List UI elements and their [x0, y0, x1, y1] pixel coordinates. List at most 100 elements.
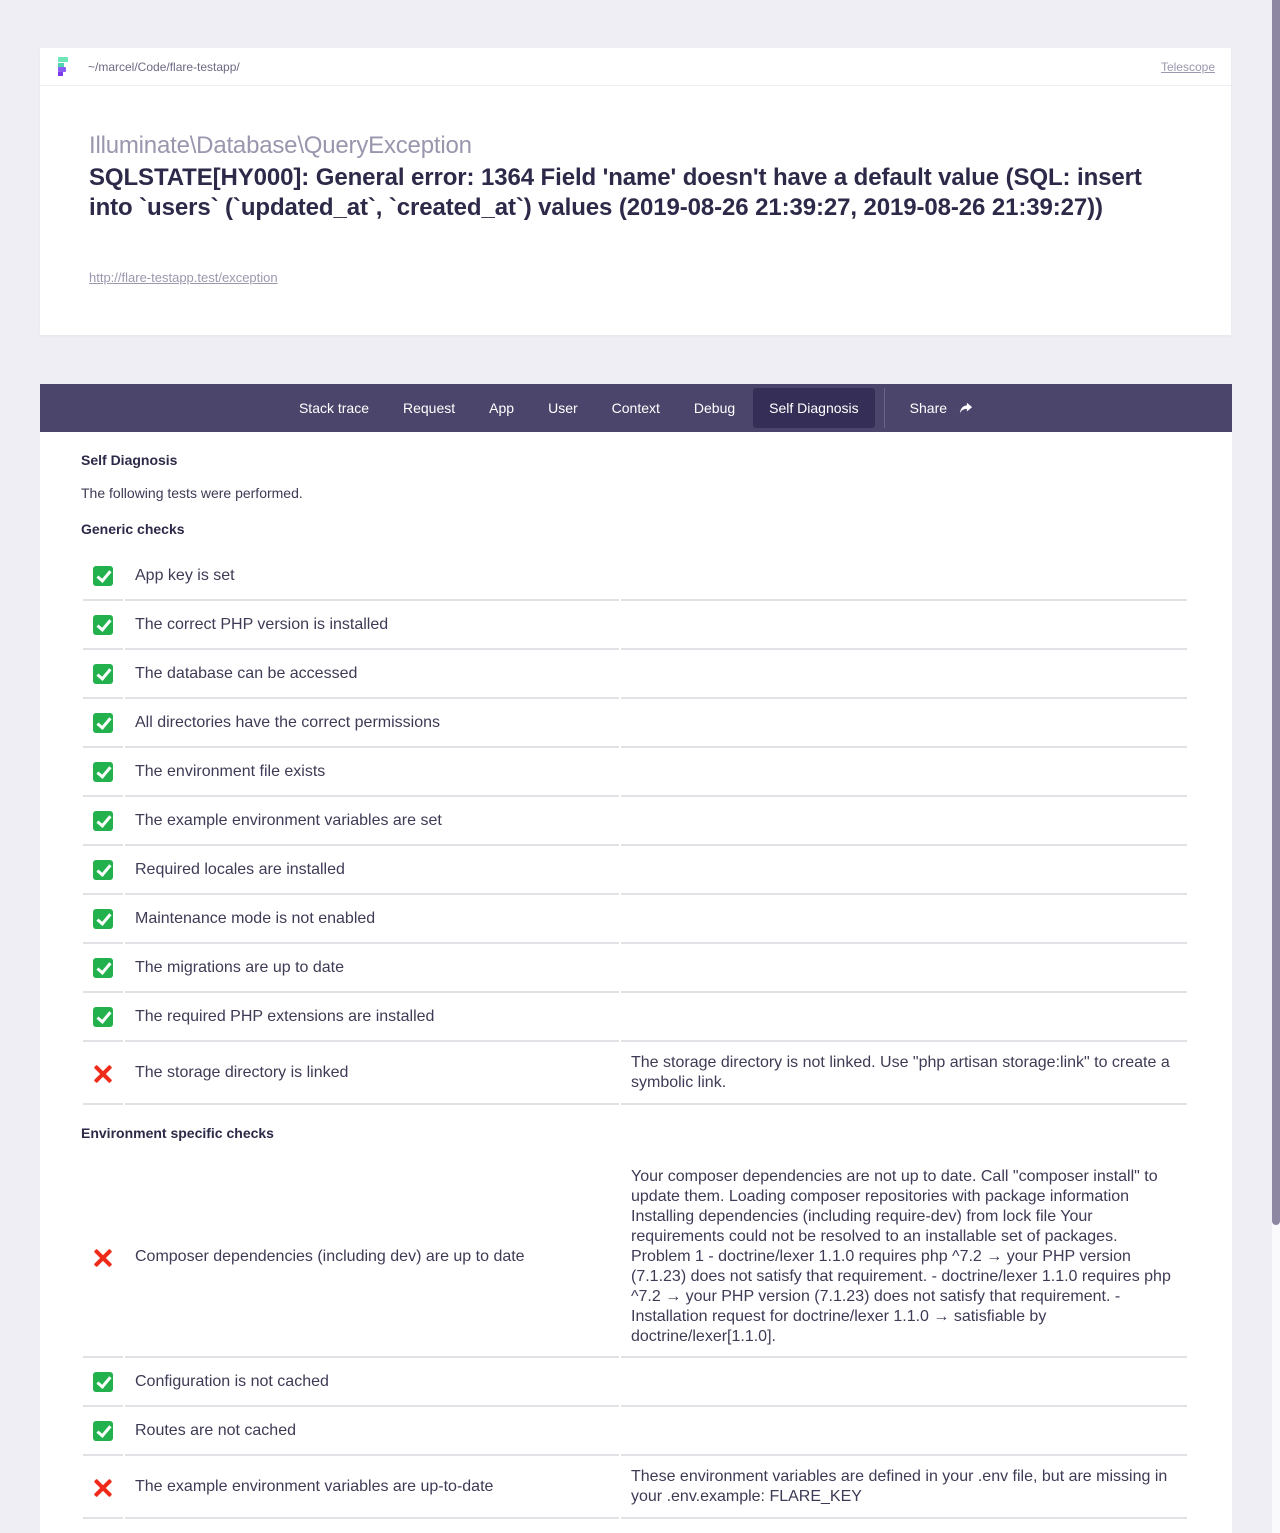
check-status-cell — [83, 601, 123, 650]
check-message — [621, 895, 1187, 944]
tab-request[interactable]: Request — [387, 388, 471, 428]
check-name: All directories have the correct permiss… — [125, 699, 619, 748]
nav-divider — [883, 388, 885, 428]
check-status-cell — [83, 1042, 123, 1105]
check-status-cell — [83, 699, 123, 748]
check-status-cell — [83, 1358, 123, 1407]
exception-class: Illuminate\Database\QueryException — [89, 132, 472, 159]
cross-mark-icon — [93, 1477, 113, 1497]
self-diagnosis-panel: Self Diagnosis The following tests were … — [40, 432, 1232, 1533]
check-message — [621, 797, 1187, 846]
check-row: Maintenance mode is not enabled — [83, 895, 1187, 944]
cross-mark-icon — [93, 1247, 113, 1267]
check-mark-icon — [93, 761, 113, 782]
check-message — [621, 748, 1187, 797]
telescope-link[interactable]: Telescope — [1161, 60, 1215, 74]
check-mark-icon — [93, 810, 113, 831]
check-status-cell — [83, 797, 123, 846]
check-row: Routes are not cached — [83, 1407, 1187, 1456]
tab-app[interactable]: App — [473, 388, 530, 428]
share-button[interactable]: Share — [894, 388, 989, 428]
check-mark-icon — [93, 1371, 113, 1392]
check-name: The environment file exists — [125, 748, 619, 797]
check-status-cell — [83, 748, 123, 797]
check-mark-icon — [93, 1006, 113, 1027]
environment-checks-title: Environment specific checks — [81, 1125, 274, 1141]
top-bar: ~/marcel/Code/flare-testapp/ Telescope — [40, 48, 1231, 86]
check-name: Configuration is not cached — [125, 1358, 619, 1407]
check-mark-icon — [93, 565, 113, 586]
check-mark-icon — [93, 614, 113, 635]
share-icon — [959, 402, 973, 414]
check-message — [621, 846, 1187, 895]
check-message — [621, 650, 1187, 699]
check-mark-icon — [93, 663, 113, 684]
tab-debug[interactable]: Debug — [678, 388, 751, 428]
check-status-cell — [83, 895, 123, 944]
check-status-cell — [83, 1407, 123, 1456]
check-name: The migrations are up to date — [125, 944, 619, 993]
environment-checks-table: Composer dependencies (including dev) ar… — [81, 1157, 1189, 1519]
check-row: Configuration is not cached — [83, 1358, 1187, 1407]
tab-user[interactable]: User — [532, 388, 594, 428]
check-message — [621, 944, 1187, 993]
check-message: These environment variables are defined … — [621, 1456, 1187, 1519]
check-message: Your composer dependencies are not up to… — [621, 1157, 1187, 1358]
tab-stack-trace[interactable]: Stack trace — [283, 388, 385, 428]
check-name: The example environment variables are se… — [125, 797, 619, 846]
share-label: Share — [909, 400, 948, 416]
check-name: The example environment variables are up… — [125, 1456, 619, 1519]
check-status-cell — [83, 944, 123, 993]
intro-text: The following tests were performed. — [81, 485, 303, 501]
check-row: All directories have the correct permiss… — [83, 699, 1187, 748]
check-name: Routes are not cached — [125, 1407, 619, 1456]
check-name: The database can be accessed — [125, 650, 619, 699]
check-status-cell — [83, 650, 123, 699]
check-name: The correct PHP version is installed — [125, 601, 619, 650]
check-name: Composer dependencies (including dev) ar… — [125, 1157, 619, 1358]
check-name: Required locales are installed — [125, 846, 619, 895]
check-status-cell — [83, 1157, 123, 1358]
check-name: App key is set — [125, 552, 619, 601]
check-row: Composer dependencies (including dev) ar… — [83, 1157, 1187, 1358]
check-row: The migrations are up to date — [83, 944, 1187, 993]
check-name: The storage directory is linked — [125, 1042, 619, 1105]
tab-self-diagnosis[interactable]: Self Diagnosis — [753, 388, 875, 428]
check-row: The database can be accessed — [83, 650, 1187, 699]
check-name: The required PHP extensions are installe… — [125, 993, 619, 1042]
check-status-cell — [83, 552, 123, 601]
scrollbar-track[interactable] — [1272, 0, 1280, 1533]
check-message — [621, 993, 1187, 1042]
generic-checks-table: App key is set The correct PHP version is… — [81, 552, 1189, 1105]
check-message — [621, 1358, 1187, 1407]
check-status-cell — [83, 846, 123, 895]
check-row: The required PHP extensions are installe… — [83, 993, 1187, 1042]
check-message — [621, 1407, 1187, 1456]
check-row: The correct PHP version is installed — [83, 601, 1187, 650]
check-message: The storage directory is not linked. Use… — [621, 1042, 1187, 1105]
tab-navigation: Stack trace Request App User Context Deb… — [40, 384, 1232, 432]
check-message — [621, 601, 1187, 650]
generic-checks-title: Generic checks — [81, 521, 185, 537]
scrollbar-thumb[interactable] — [1272, 0, 1280, 1225]
error-header-card: ~/marcel/Code/flare-testapp/ Telescope I… — [40, 48, 1231, 335]
tab-context[interactable]: Context — [596, 388, 676, 428]
check-status-cell — [83, 1456, 123, 1519]
check-mark-icon — [93, 957, 113, 978]
check-mark-icon — [93, 712, 113, 733]
check-row: The example environment variables are se… — [83, 797, 1187, 846]
check-message — [621, 699, 1187, 748]
check-row: Required locales are installed — [83, 846, 1187, 895]
check-row: The example environment variables are up… — [83, 1456, 1187, 1519]
check-mark-icon — [93, 1420, 113, 1441]
check-mark-icon — [93, 859, 113, 880]
check-status-cell — [83, 993, 123, 1042]
check-row: App key is set — [83, 552, 1187, 601]
flare-logo-icon — [56, 56, 70, 77]
exception-message: SQLSTATE[HY000]: General error: 1364 Fie… — [89, 164, 1142, 221]
check-name: Maintenance mode is not enabled — [125, 895, 619, 944]
request-url-link[interactable]: http://flare-testapp.test/exception — [89, 270, 278, 285]
check-row: The storage directory is linked The stora… — [83, 1042, 1187, 1105]
check-mark-icon — [93, 908, 113, 929]
check-row: The environment file exists — [83, 748, 1187, 797]
